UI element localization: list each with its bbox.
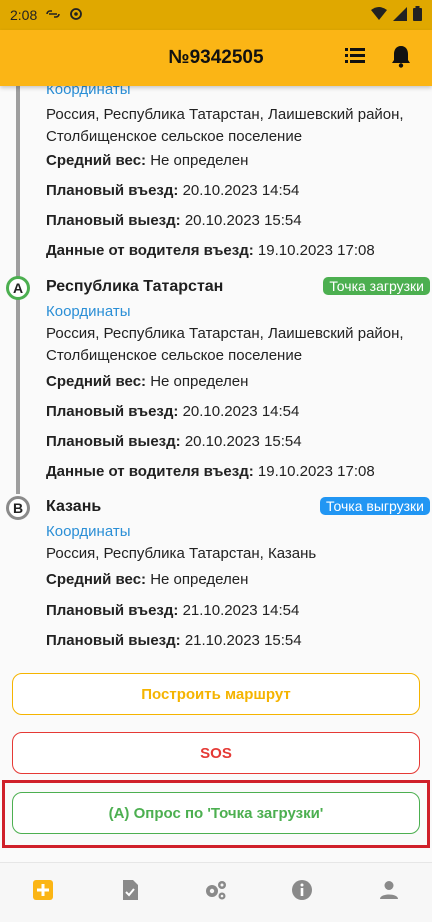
info-icon xyxy=(291,879,313,906)
sos-button[interactable]: SOS xyxy=(12,732,420,774)
stop-name: Казань xyxy=(46,498,102,515)
weight-label: Средний вес: xyxy=(46,373,147,390)
departure-row: Плановый выезд: 20.10.2023 15:54 xyxy=(46,433,302,450)
bell-icon[interactable] xyxy=(390,44,412,73)
task-check-icon xyxy=(121,879,139,906)
build-route-button[interactable]: Построить маршрут xyxy=(12,673,420,715)
arrival-label: Плановый въезд: xyxy=(46,182,179,199)
order-title: №9342505 xyxy=(168,47,264,68)
weight-value: Не определен xyxy=(150,571,249,588)
departure-value: 20.10.2023 15:54 xyxy=(184,212,302,229)
list-icon[interactable] xyxy=(344,44,366,73)
stop-name: Республика Татарстан xyxy=(46,278,224,295)
settings-icon xyxy=(204,879,228,906)
weight-row: Средний вес: Не определен xyxy=(46,152,248,169)
stop-address: Россия, Республика Татарстан, Лаишевский… xyxy=(46,106,404,145)
stop-address: Россия, Республика Татарстан, Казань xyxy=(46,545,317,562)
status-bar: 2:08 xyxy=(0,0,432,30)
nav-info[interactable] xyxy=(259,879,345,906)
weight-row: Средний вес: Не определен xyxy=(46,571,248,588)
stop-address: Россия, Республика Татарстан, Лаишевский… xyxy=(46,325,404,364)
arrival-row: Плановый въезд: 20.10.2023 14:54 xyxy=(46,182,299,199)
departure-row: Плановый выезд: 20.10.2023 15:54 xyxy=(46,212,302,229)
weight-value: Не определен xyxy=(150,152,249,169)
weight-label: Средний вес: xyxy=(46,152,147,169)
highlight-box xyxy=(2,780,430,848)
unloading-point-badge: Точка выгрузки xyxy=(320,497,430,515)
timeline-line xyxy=(16,299,20,494)
battery-icon xyxy=(413,6,422,24)
arrival-value: 21.10.2023 14:54 xyxy=(182,602,300,619)
sync-icon xyxy=(69,7,83,24)
coordinates-link[interactable]: Координаты xyxy=(46,523,131,540)
link-icon xyxy=(45,7,61,23)
departure-label: Плановый выезд: xyxy=(46,632,181,649)
arrival-row: Плановый въезд: 21.10.2023 14:54 xyxy=(46,602,299,619)
weight-label: Средний вес: xyxy=(46,571,147,588)
nav-orders[interactable] xyxy=(0,879,86,906)
departure-row: Плановый выезд: 21.10.2023 15:54 xyxy=(46,632,302,649)
driver-row: Данные от водителя въезд: 19.10.2023 17:… xyxy=(46,242,375,259)
weight-value: Не определен xyxy=(150,373,249,390)
arrival-label: Плановый въезд: xyxy=(46,403,179,420)
weight-row: Средний вес: Не определен xyxy=(46,373,248,390)
departure-label: Плановый выезд: xyxy=(46,433,181,450)
departure-label: Плановый выезд: xyxy=(46,212,181,229)
route-details[interactable]: Координаты Россия, Республика Татарстан,… xyxy=(0,86,432,862)
arrival-row: Плановый въезд: 20.10.2023 14:54 xyxy=(46,403,299,420)
stop-marker-a: A xyxy=(6,276,30,300)
loading-point-badge: Точка загрузки xyxy=(323,277,430,295)
timeline-line xyxy=(16,86,20,277)
stop-marker-b: B xyxy=(6,496,30,520)
departure-value: 21.10.2023 15:54 xyxy=(184,632,302,649)
coordinates-link[interactable]: Координаты xyxy=(46,86,131,98)
coordinates-link[interactable]: Координаты xyxy=(46,303,131,320)
driver-value: 19.10.2023 17:08 xyxy=(257,242,375,259)
app-bar: №9342505 xyxy=(0,30,432,86)
driver-row: Данные от водителя въезд: 19.10.2023 17:… xyxy=(46,463,375,480)
nav-profile[interactable] xyxy=(346,880,432,905)
nav-settings[interactable] xyxy=(173,879,259,906)
wifi-icon xyxy=(371,7,387,23)
arrival-label: Плановый въезд: xyxy=(46,602,179,619)
add-box-icon xyxy=(32,879,54,906)
driver-label: Данные от водителя въезд: xyxy=(46,242,254,259)
departure-value: 20.10.2023 15:54 xyxy=(184,433,302,450)
driver-value: 19.10.2023 17:08 xyxy=(257,463,375,480)
arrival-value: 20.10.2023 14:54 xyxy=(182,182,300,199)
status-time: 2:08 xyxy=(10,7,38,23)
arrival-value: 20.10.2023 14:54 xyxy=(182,403,300,420)
nav-tasks[interactable] xyxy=(86,879,172,906)
driver-label: Данные от водителя въезд: xyxy=(46,463,254,480)
signal-icon xyxy=(393,6,407,24)
person-icon xyxy=(379,880,399,905)
bottom-navigation xyxy=(0,862,432,922)
